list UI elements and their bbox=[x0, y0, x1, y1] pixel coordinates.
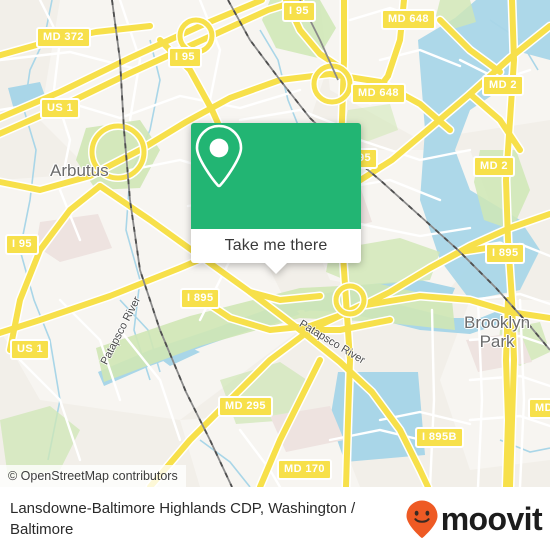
route-shield: I 95 bbox=[5, 234, 39, 255]
moovit-brand[interactable]: moovit bbox=[405, 499, 543, 539]
location-popup-card[interactable]: Take me there bbox=[191, 123, 361, 274]
moovit-wordmark: moovit bbox=[440, 500, 543, 537]
location-title: Lansdowne-Baltimore Highlands CDP, Washi… bbox=[10, 499, 356, 538]
place-label: Arbutus bbox=[50, 161, 109, 180]
route-shield: MD 2 bbox=[482, 75, 524, 96]
route-shield: I 95 bbox=[282, 1, 316, 22]
route-shield: I 895 bbox=[485, 243, 526, 264]
route-shield: MD 2 bbox=[473, 156, 515, 177]
route-shield: I 895 bbox=[180, 288, 221, 309]
moovit-smiley-pin-icon bbox=[406, 500, 438, 538]
attribution-text: © OpenStreetMap contributors bbox=[8, 469, 178, 483]
take-me-there-label: Take me there bbox=[224, 237, 328, 254]
popup-pointer-tail bbox=[265, 263, 287, 274]
map-pin-icon bbox=[195, 124, 243, 188]
popup-header bbox=[191, 123, 361, 229]
footer-bar: Lansdowne-Baltimore Highlands CDP, Washi… bbox=[0, 487, 550, 550]
route-shield: US 1 bbox=[40, 98, 81, 119]
route-shield: MD 295 bbox=[218, 396, 273, 417]
route-shield: US 1 bbox=[10, 339, 51, 360]
map-canvas[interactable]: MD 372 I 95 MD 648 I 95 MD 648 MD 2 US 1 95 MD 2… bbox=[0, 0, 550, 487]
route-shield: MD 372 bbox=[36, 27, 91, 48]
place-label: Brooklyn Park bbox=[464, 313, 531, 351]
route-shield: I 95 bbox=[168, 47, 202, 68]
route-shield: MD 648 bbox=[351, 83, 406, 104]
route-shield: MD bbox=[528, 398, 550, 419]
map-screenshot: MD 372 I 95 MD 648 I 95 MD 648 MD 2 US 1 95 MD 2… bbox=[0, 0, 550, 550]
route-shield: MD 170 bbox=[277, 459, 332, 480]
popup-action-row[interactable]: Take me there bbox=[191, 229, 361, 263]
route-shield: I 895B bbox=[415, 427, 464, 448]
route-shield: MD 648 bbox=[381, 9, 436, 30]
map-attribution[interactable]: © OpenStreetMap contributors bbox=[0, 465, 186, 487]
